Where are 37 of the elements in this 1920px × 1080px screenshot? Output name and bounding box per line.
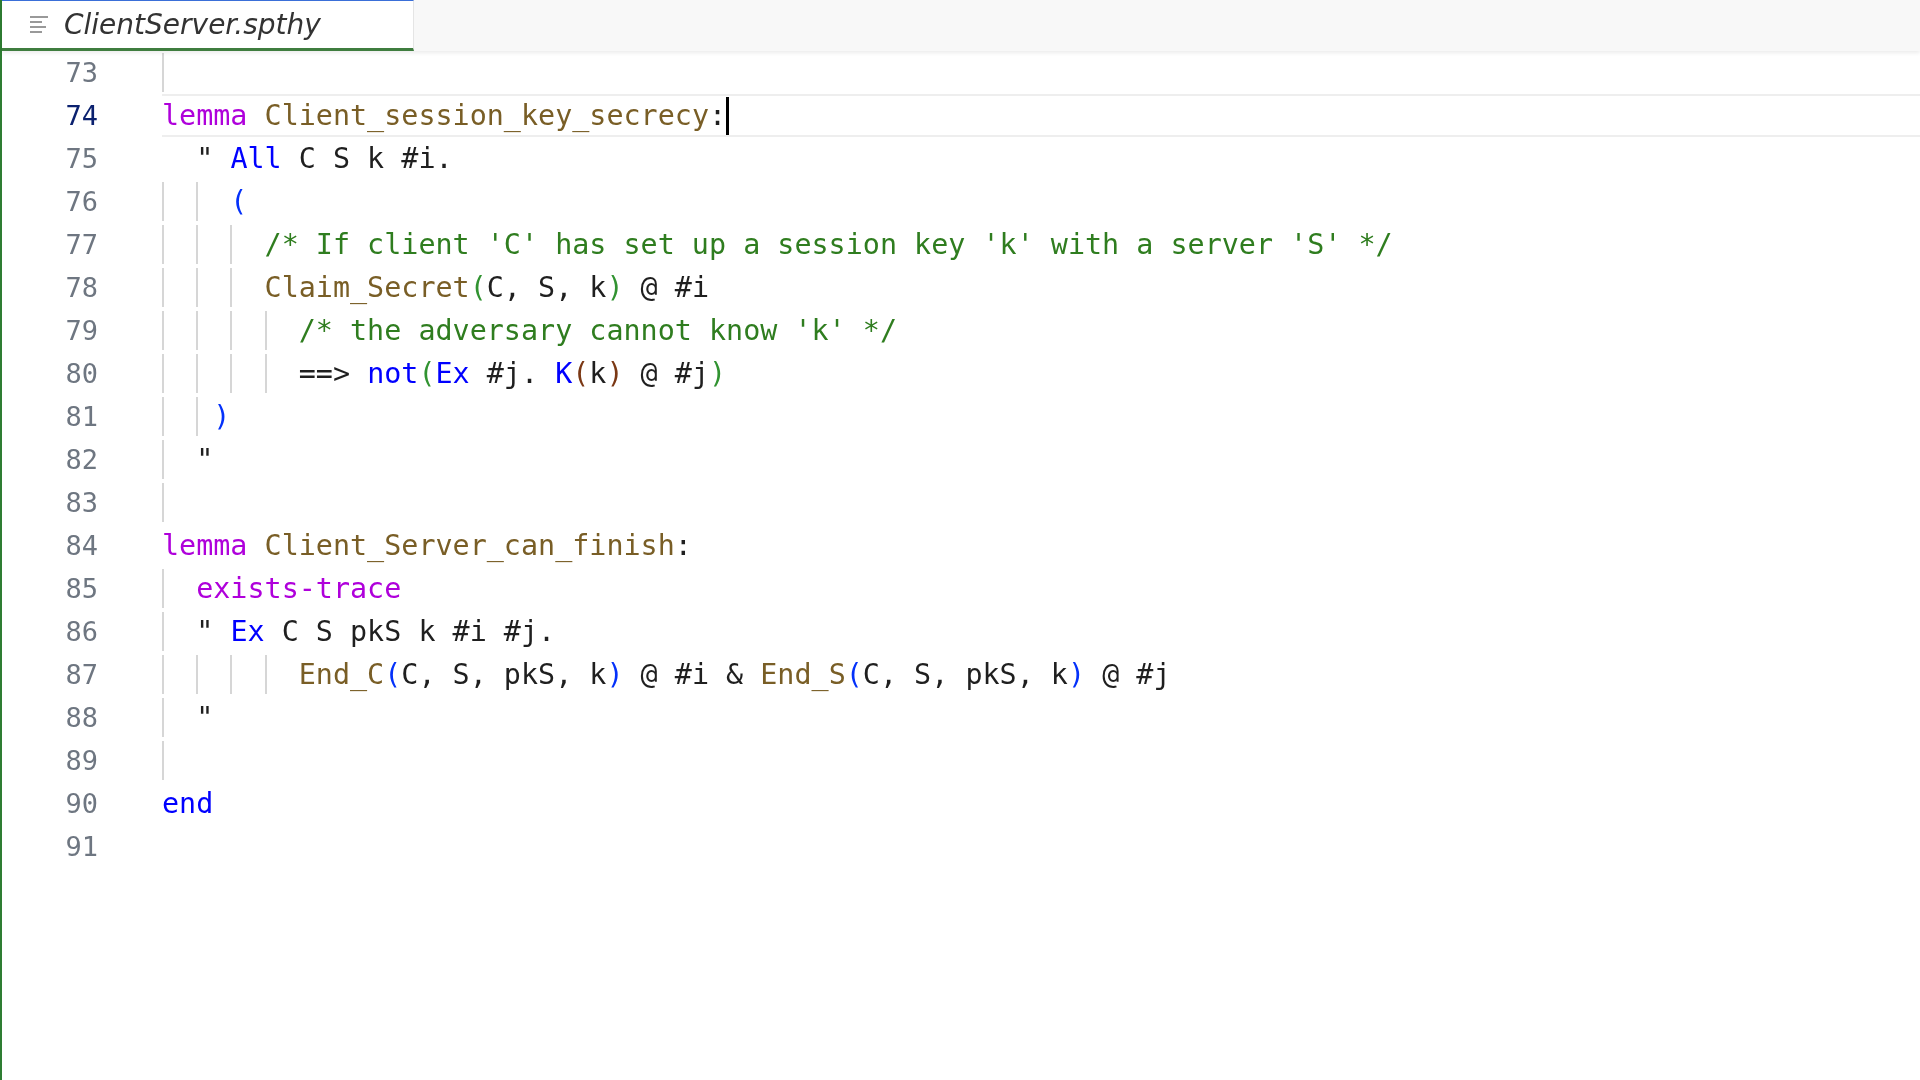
line-number: 79 [64,315,98,346]
line-number: 76 [64,186,98,217]
line-number: 77 [64,229,98,260]
code-line: lemma Client_Server_can_finish: [162,529,692,562]
file-tab[interactable]: ClientServer.spthy [2,0,414,51]
line-number: 75 [64,143,98,174]
lines-icon [30,14,50,35]
code-line: ==> not(Ex #j. K(k) @ #j) [297,357,727,390]
code-line: /* If client 'C' has set up a session key 'k' with a server 'S' */ [263,228,1393,261]
line-number: 80 [64,358,98,389]
code-line: End_C(C, S, pkS, k) @ #i & End_S(C, S, pkS, k) @ #j [297,658,1171,691]
code-line: ) [212,400,231,433]
line-number: 83 [64,487,98,518]
code-line: " Ex C S pkS k #i #j. [195,615,556,648]
code-line: ( [229,185,248,218]
code-line: end [162,787,214,820]
code-line: exists-trace [195,572,402,605]
code-line: " All C S k #i. [195,142,453,175]
line-number: 84 [64,530,98,561]
line-number: 90 [64,788,98,819]
line-number: 89 [64,745,98,776]
code-line: lemma Client_session_key_secrecy: [162,99,727,132]
line-number: 73 [64,57,98,88]
line-number: 86 [64,616,98,647]
line-number: 81 [64,401,98,432]
line-number: 82 [64,444,98,475]
line-number: 91 [64,831,98,862]
code-line: Claim_Secret(C, S, k) @ #i [263,271,709,304]
line-number: 85 [64,573,98,604]
text-cursor [726,96,730,135]
code-line: /* the adversary cannot know 'k' */ [297,314,897,347]
code-line: " [195,701,214,734]
line-number: 78 [64,272,98,303]
code-line: " [195,443,214,476]
line-number: 74 [64,100,98,131]
line-number: 87 [64,659,98,690]
line-number: 88 [64,702,98,733]
